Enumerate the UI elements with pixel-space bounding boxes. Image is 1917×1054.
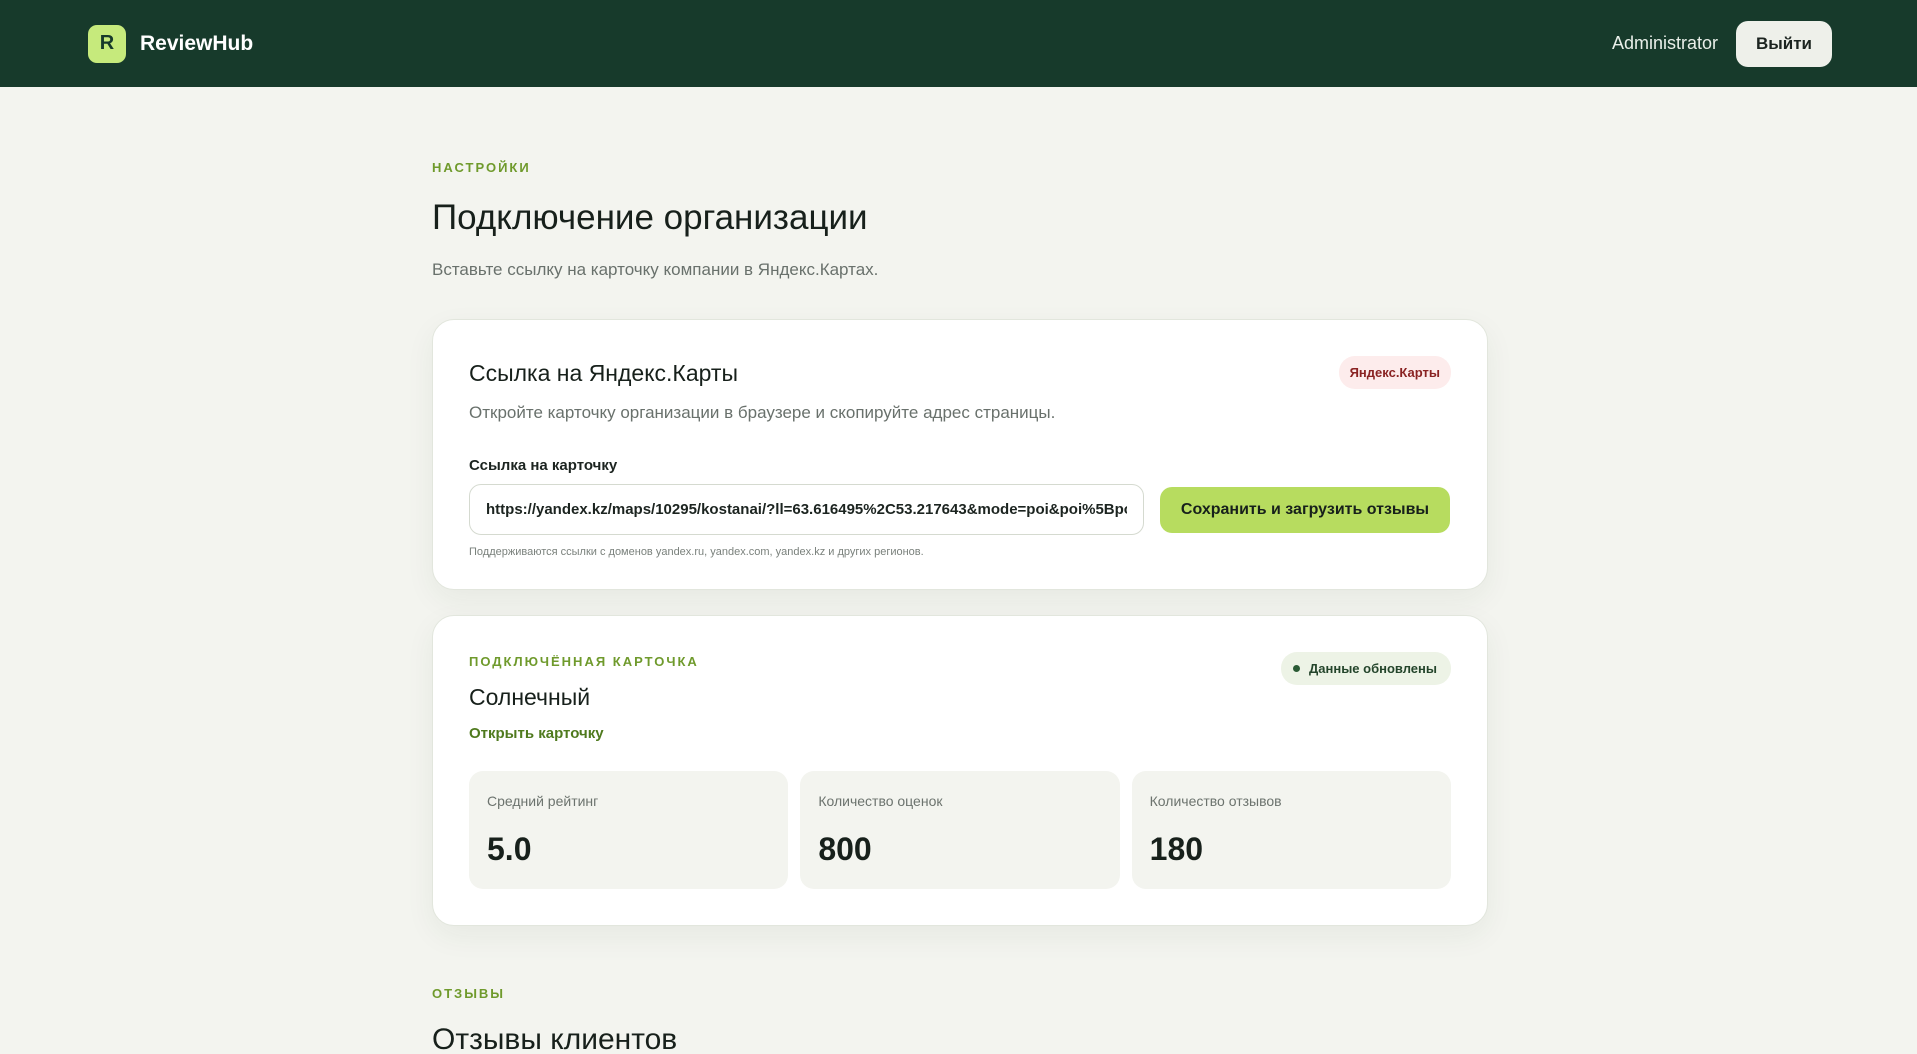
url-field-label: Ссылка на карточку <box>469 457 618 474</box>
yandex-link-card: Ссылка на Яндекс.Карты Яндекс.Карты Откр… <box>432 319 1488 590</box>
status-dot-icon <box>1293 665 1300 672</box>
page-title: Подключение организации <box>432 198 868 237</box>
card-title: Ссылка на Яндекс.Карты <box>469 360 738 386</box>
logo-icon: R <box>88 24 126 63</box>
stat-average-rating: Средний рейтинг 5.0 <box>469 771 789 889</box>
user-name: Administrator <box>1611 33 1718 53</box>
stats-row: Средний рейтинг 5.0 Количество оценок 80… <box>469 771 1451 889</box>
page-subtitle: Вставьте ссылку на карточку компании в Я… <box>432 260 879 279</box>
url-field-hint: Поддерживаются ссылки с доменов yandex.r… <box>469 546 924 558</box>
logout-button[interactable]: Выйти <box>1735 20 1832 67</box>
stat-ratings-count: Количество оценок 800 <box>800 771 1120 889</box>
connected-org-card: ПОДКЛЮЧЁННАЯ КАРТОЧКА Данные обновлены С… <box>432 615 1488 926</box>
main-content: НАСТРОЙКИ Подключение организации Вставь… <box>432 87 1488 1054</box>
stat-label: Количество отзывов <box>1149 793 1282 809</box>
stat-value: 180 <box>1149 831 1204 867</box>
stat-value: 800 <box>818 831 872 867</box>
reviews-eyebrow: ОТЗЫВЫ <box>432 986 506 1001</box>
reviews-title: Отзывы клиентов <box>432 1023 678 1054</box>
brand-name: ReviewHub <box>140 31 254 55</box>
page-eyebrow: НАСТРОЙКИ <box>432 160 531 175</box>
stat-label: Средний рейтинг <box>487 793 599 809</box>
brand[interactable]: R ReviewHub <box>88 24 254 63</box>
stat-label: Количество оценок <box>818 793 943 809</box>
open-card-link[interactable]: Открыть карточку <box>469 725 604 742</box>
stat-reviews-count: Количество отзывов 180 <box>1131 771 1451 889</box>
yandex-maps-badge: Яндекс.Карты <box>1338 356 1451 389</box>
user-area: Administrator Выйти <box>1611 20 1832 67</box>
save-and-load-button[interactable]: Сохранить и загрузить отзывы <box>1160 486 1450 533</box>
url-input[interactable] <box>469 484 1144 535</box>
card-description: Откройте карточку организации в браузере… <box>469 403 1056 422</box>
url-field-row: Сохранить и загрузить отзывы <box>469 484 1451 535</box>
top-bar: R ReviewHub Administrator Выйти <box>0 0 1917 87</box>
org-name: Солнечный <box>469 684 591 710</box>
status-text: Данные обновлены <box>1309 661 1437 676</box>
status-badge: Данные обновлены <box>1281 652 1451 685</box>
stat-value: 5.0 <box>487 831 532 867</box>
